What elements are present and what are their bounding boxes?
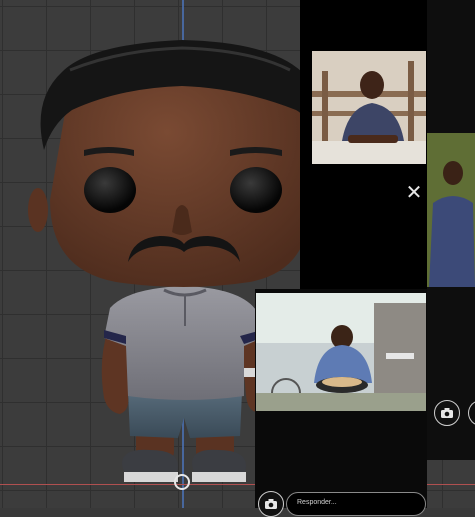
story-photo-side-preview[interactable] [427,133,475,287]
camera-icon [265,499,277,509]
reply-placeholder: Responder... [297,499,337,506]
camera-icon [441,408,453,418]
close-story-button[interactable]: ✕ [404,183,424,203]
shirt [104,286,262,400]
close-icon: ✕ [405,182,423,204]
story-photo-man-porch[interactable] [312,51,426,164]
right-eye [230,167,282,213]
reply-camera-button[interactable] [258,491,284,517]
camera-button[interactable] [434,400,460,426]
reply-input[interactable]: Responder... [286,492,426,516]
left-eye [84,167,136,213]
3d-cursor-origin[interactable] [174,474,190,490]
story-photo-man-grill[interactable] [256,293,426,411]
head [28,40,338,287]
